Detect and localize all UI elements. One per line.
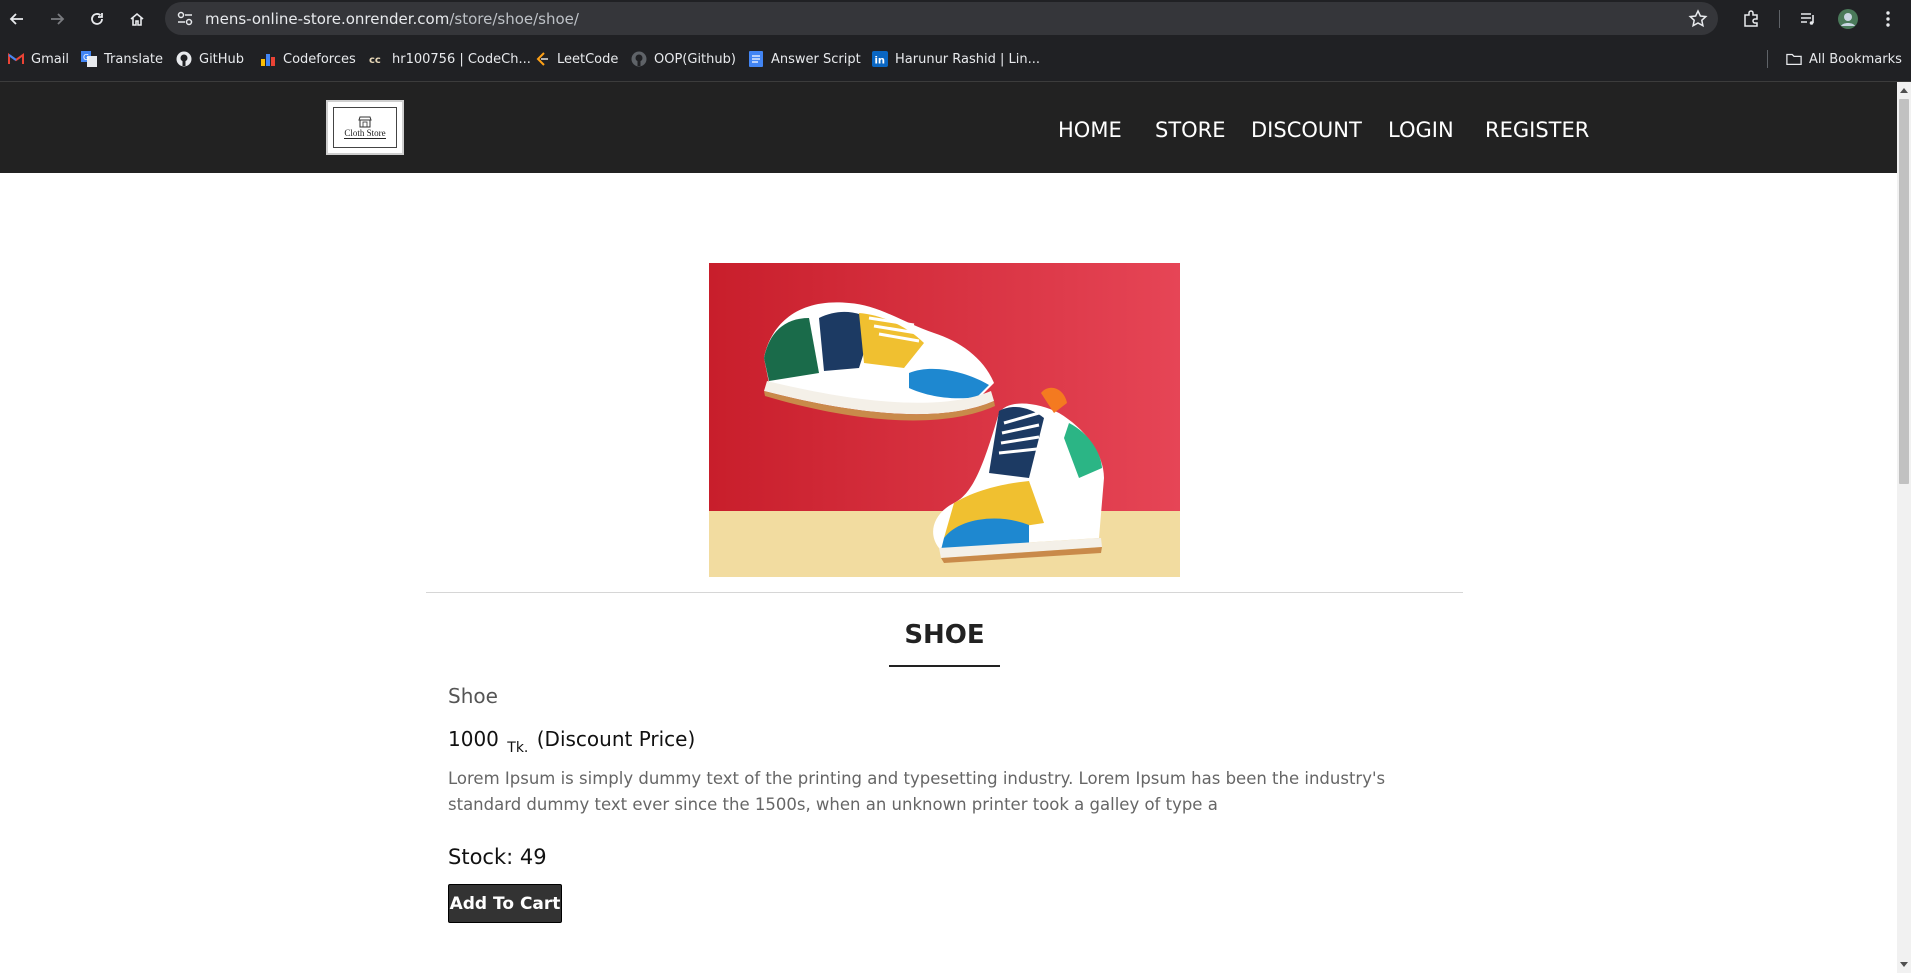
product-image: [709, 263, 1180, 577]
leetcode-icon: [534, 51, 550, 67]
bookmark-label: hr100756 | CodeCh...: [392, 51, 531, 67]
bookmark-label: Translate: [104, 51, 164, 67]
product-title: SHOE: [904, 620, 985, 650]
codechef-icon: cc: [369, 51, 385, 67]
browser-toolbar: mens-online-store.onrender.com/store/sho…: [0, 0, 1911, 37]
nav-store[interactable]: STORE: [1155, 118, 1226, 142]
address-bar[interactable]: mens-online-store.onrender.com/store/sho…: [165, 2, 1718, 35]
svg-text:G: G: [83, 53, 89, 62]
store-icon: [358, 116, 372, 128]
profile-avatar-icon: [1838, 9, 1858, 29]
bookmark-answer-script[interactable]: Answer Script: [748, 49, 861, 69]
bookmarks-divider: [1767, 50, 1768, 68]
nav-discount[interactable]: DISCOUNT: [1251, 118, 1362, 142]
bookmark-label: Harunur Rashid | Lin...: [895, 51, 1041, 67]
site-header: Cloth Store HOME STORE DISCOUNT LOGIN RE…: [0, 82, 1897, 173]
linkedin-icon: in: [872, 51, 888, 67]
toolbar-divider: [1779, 10, 1780, 28]
svg-text:in: in: [875, 56, 886, 67]
logo-text: Cloth Store: [344, 128, 386, 139]
product-price: 1000 Tk. (Discount Price): [448, 727, 695, 756]
reload-button[interactable]: [84, 6, 110, 32]
nav-register[interactable]: REGISTER: [1485, 118, 1589, 142]
bookmark-label: OOP(Github): [654, 51, 736, 67]
site-settings-icon[interactable]: [176, 10, 194, 28]
codeforces-icon: [260, 51, 276, 67]
all-bookmarks-button[interactable]: All Bookmarks: [1786, 49, 1902, 69]
docs-icon: [748, 51, 764, 67]
price-currency: Tk.: [507, 740, 529, 756]
github-icon: [176, 51, 192, 67]
github-icon: [631, 51, 647, 67]
bookmark-oop-github[interactable]: OOP(Github): [631, 49, 736, 69]
browser-menu-button[interactable]: [1876, 7, 1900, 31]
arrow-right-icon: [51, 13, 65, 25]
sneakers-illustration: [709, 263, 1180, 577]
bookmark-star-icon[interactable]: [1688, 9, 1708, 29]
media-control-button[interactable]: [1796, 7, 1820, 31]
bookmark-gmail[interactable]: Gmail: [8, 49, 69, 69]
back-button[interactable]: [4, 6, 30, 32]
product-stock: Stock: 49: [448, 845, 547, 869]
svg-text:cc: cc: [369, 55, 381, 66]
profile-button[interactable]: [1836, 7, 1860, 31]
url-host: mens-online-store.onrender.com: [205, 10, 450, 28]
price-value: 1000: [448, 727, 499, 751]
logo-frame: Cloth Store: [333, 107, 397, 148]
nav-login[interactable]: LOGIN: [1388, 118, 1454, 142]
reload-icon: [91, 13, 103, 25]
puzzle-icon: [1744, 10, 1758, 27]
image-divider: [426, 592, 1463, 593]
url-text: mens-online-store.onrender.com/store/sho…: [205, 10, 579, 28]
bookmark-label: LeetCode: [557, 51, 619, 67]
folder-icon: [1786, 51, 1802, 67]
bookmark-label: Codeforces: [283, 51, 356, 67]
price-note: (Discount Price): [536, 727, 696, 751]
bookmark-leetcode[interactable]: LeetCode: [534, 49, 618, 69]
title-underline: [889, 665, 1000, 667]
bookmark-codechef[interactable]: cc hr100756 | CodeCh...: [369, 49, 531, 69]
home-icon: [130, 12, 144, 26]
forward-button[interactable]: [44, 6, 70, 32]
scrollbar-thumb[interactable]: [1899, 99, 1909, 484]
bookmark-github[interactable]: GitHub: [176, 49, 244, 69]
all-bookmarks-label: All Bookmarks: [1809, 51, 1902, 67]
product-description: Lorem Ipsum is simply dummy text of the …: [448, 769, 1386, 814]
translate-icon: G: [81, 51, 97, 67]
site-logo[interactable]: Cloth Store: [326, 100, 404, 155]
more-vertical-icon: [1886, 11, 1890, 27]
extensions-button[interactable]: [1739, 7, 1763, 31]
bookmark-label: GitHub: [199, 51, 245, 67]
url-path: /store/shoe/shoe/: [449, 10, 579, 28]
bookmark-label: Answer Script: [771, 51, 861, 67]
scroll-down-arrow-icon[interactable]: [1900, 962, 1908, 967]
bookmark-translate[interactable]: G Translate: [81, 49, 163, 69]
bookmark-label: Gmail: [31, 51, 69, 67]
gmail-icon: [8, 51, 24, 67]
add-to-cart-button[interactable]: Add To Cart: [448, 884, 562, 923]
bookmarks-bar: Gmail G Translate GitHub Codeforces cc h…: [0, 37, 1911, 82]
bookmark-codeforces[interactable]: Codeforces: [260, 49, 356, 69]
home-button[interactable]: [124, 6, 150, 32]
arrow-left-icon: [9, 13, 23, 25]
nav-home[interactable]: HOME: [1058, 118, 1122, 142]
playlist-icon: [1801, 13, 1814, 25]
product-subtitle: Shoe: [448, 684, 498, 708]
scroll-up-arrow-icon[interactable]: [1900, 88, 1908, 93]
bookmark-linkedin[interactable]: in Harunur Rashid | Lin...: [872, 49, 1040, 69]
